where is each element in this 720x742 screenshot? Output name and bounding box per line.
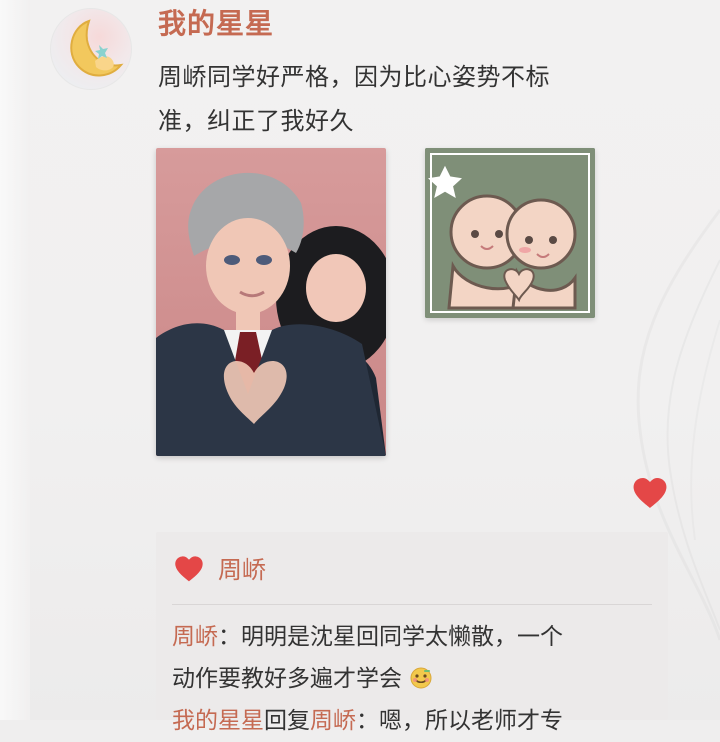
post-username[interactable]: 我的星星	[158, 6, 274, 42]
left-edge	[0, 0, 30, 720]
comment-box: 周峤 周峤：明明是沈星回同学太懒散，一个 动作要教好多遍才学会 我的星星回复周峤…	[156, 532, 668, 734]
comment-divider	[172, 604, 652, 605]
smile-emoji-icon	[410, 667, 432, 689]
moon-avatar-icon	[70, 19, 124, 77]
post-content: 周峤同学好严格，因为比心姿势不标 准，纠正了我好久	[158, 55, 678, 143]
heart-icon	[633, 478, 667, 508]
post-photo-side[interactable]	[425, 148, 595, 318]
chibi-photo-image	[425, 148, 595, 318]
liked-user-name[interactable]: 周峤	[218, 550, 266, 585]
comment-item: 我的星星回复周峤：嗯，所以老师才专	[172, 700, 652, 742]
comment-author[interactable]: 我的星星	[172, 708, 264, 734]
comment-reply-to[interactable]: 周峤	[310, 708, 356, 734]
comment-text: 动作要教好多遍才学会	[172, 666, 402, 692]
likes-line: 周峤	[172, 550, 266, 585]
comment-item: 周峤：明明是沈星回同学太懒散，一个 动作要教好多遍才学会	[172, 616, 652, 700]
feed-post: 我的星星 周峤同学好严格，因为比心姿势不标 准，纠正了我好久 周峤 周峤：明明是…	[50, 0, 670, 734]
comment-reply-word: 回复	[264, 708, 310, 734]
user-avatar[interactable]	[50, 8, 132, 90]
couple-photo-image	[156, 148, 386, 456]
comment-author[interactable]: 周峤	[172, 624, 218, 650]
comment-text: 嗯，所以老师才专	[379, 708, 563, 734]
like-button[interactable]	[630, 474, 670, 514]
post-photo-main[interactable]	[156, 148, 386, 456]
comment-line-2: 动作要教好多遍才学会	[172, 658, 652, 700]
comment-separator: ：	[218, 624, 241, 650]
heart-icon	[175, 555, 203, 581]
post-content-line-1: 周峤同学好严格，因为比心姿势不标	[158, 63, 550, 91]
comment-line-1: 周峤：明明是沈星回同学太懒散，一个	[172, 616, 652, 658]
comment-text: 明明是沈星回同学太懒散，一个	[241, 624, 563, 650]
comment-separator: ：	[356, 708, 379, 734]
post-content-line-2: 准，纠正了我好久	[158, 107, 354, 135]
